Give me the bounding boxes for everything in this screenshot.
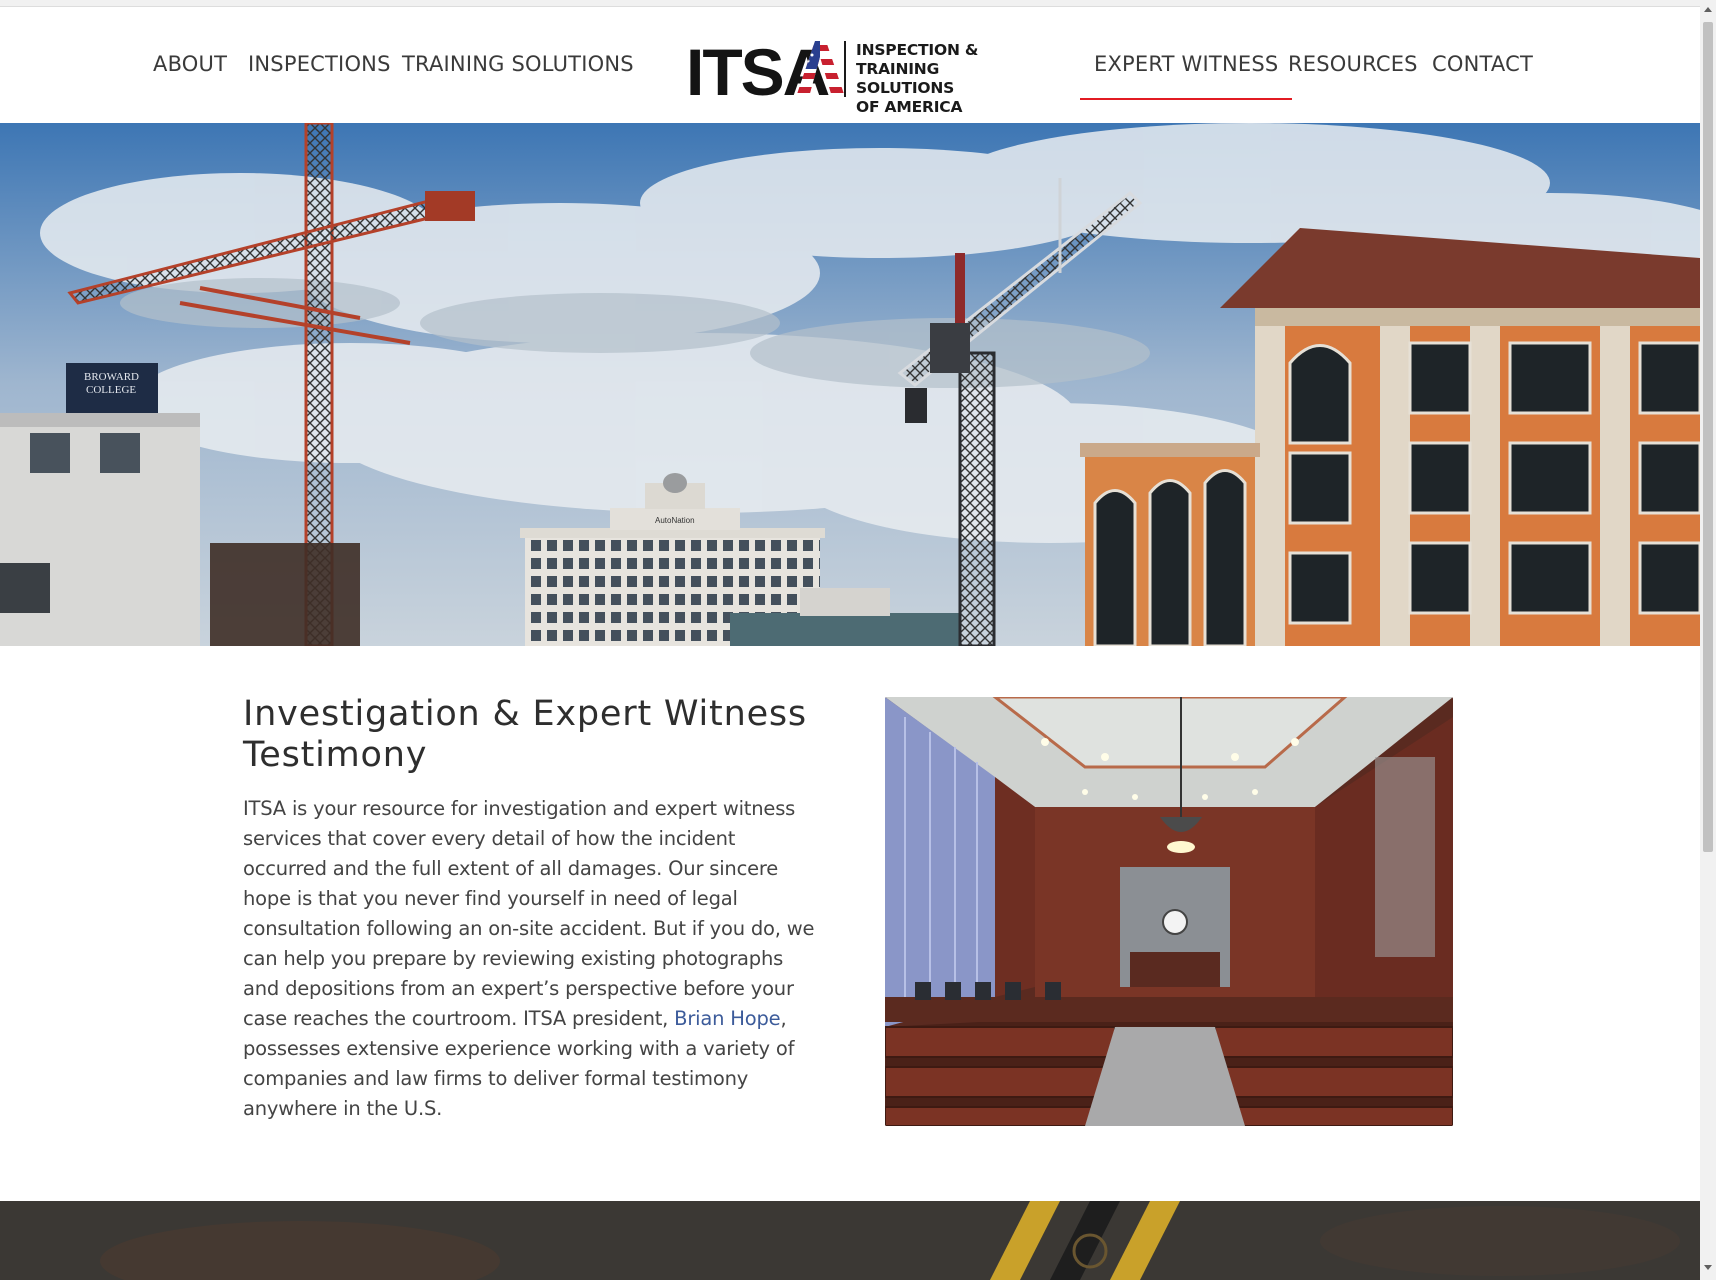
- courtroom-illustration: [885, 697, 1453, 1126]
- brian-hope-link[interactable]: Brian Hope: [674, 1007, 780, 1030]
- hero-college-sign-1: BROWARD: [84, 371, 139, 383]
- itsa-logo-mark: ITSA: [686, 37, 845, 101]
- logo-divider: [844, 41, 846, 97]
- logo-tagline: INSPECTION & TRAINING SOLUTIONS OF AMERI…: [856, 41, 1026, 117]
- site-logo[interactable]: ITSA INSPECTION & TRAINING SOLUTIONS OF …: [686, 37, 1022, 116]
- logo-line-1: INSPECTION &: [856, 41, 979, 59]
- nav-inspections[interactable]: INSPECTIONS: [248, 52, 391, 76]
- scroll-up-icon[interactable]: [1704, 7, 1712, 12]
- scroll-down-icon[interactable]: [1704, 1265, 1712, 1270]
- nav-expert-witness[interactable]: EXPERT WITNESS: [1079, 52, 1293, 100]
- browser-top-edge: [0, 0, 1700, 7]
- nav-contact[interactable]: CONTACT: [1432, 52, 1533, 76]
- construction-skyline-illustration: BROWARD COLLEGE AutoNation: [0, 123, 1700, 646]
- intro-paragraph: ITSA is your resource for investigation …: [243, 794, 818, 1124]
- courtroom-image: [885, 697, 1453, 1126]
- nav-training-solutions[interactable]: TRAINING SOLUTIONS: [402, 52, 634, 76]
- logo-line-3: OF AMERICA: [856, 98, 963, 116]
- logo-line-2: TRAINING SOLUTIONS: [856, 60, 955, 97]
- intro-text-before-link: ITSA is your resource for investigation …: [243, 797, 815, 1030]
- page-scrollbar[interactable]: [1700, 0, 1716, 1280]
- nav-about[interactable]: ABOUT: [153, 52, 227, 76]
- nav-resources[interactable]: RESOURCES: [1288, 52, 1418, 76]
- site-header: ABOUT INSPECTIONS TRAINING SOLUTIONS ITS…: [0, 7, 1700, 123]
- page-title: Investigation & Expert Witness Testimony: [243, 694, 807, 775]
- hero-tower-sign: AutoNation: [655, 516, 695, 525]
- scrollbar-thumb[interactable]: [1703, 22, 1713, 852]
- hero-banner-image: BROWARD COLLEGE AutoNation: [0, 123, 1700, 646]
- section-band-image: [0, 1201, 1700, 1280]
- hero-college-sign-2: COLLEGE: [86, 384, 136, 396]
- industrial-background-illustration: [0, 1201, 1700, 1280]
